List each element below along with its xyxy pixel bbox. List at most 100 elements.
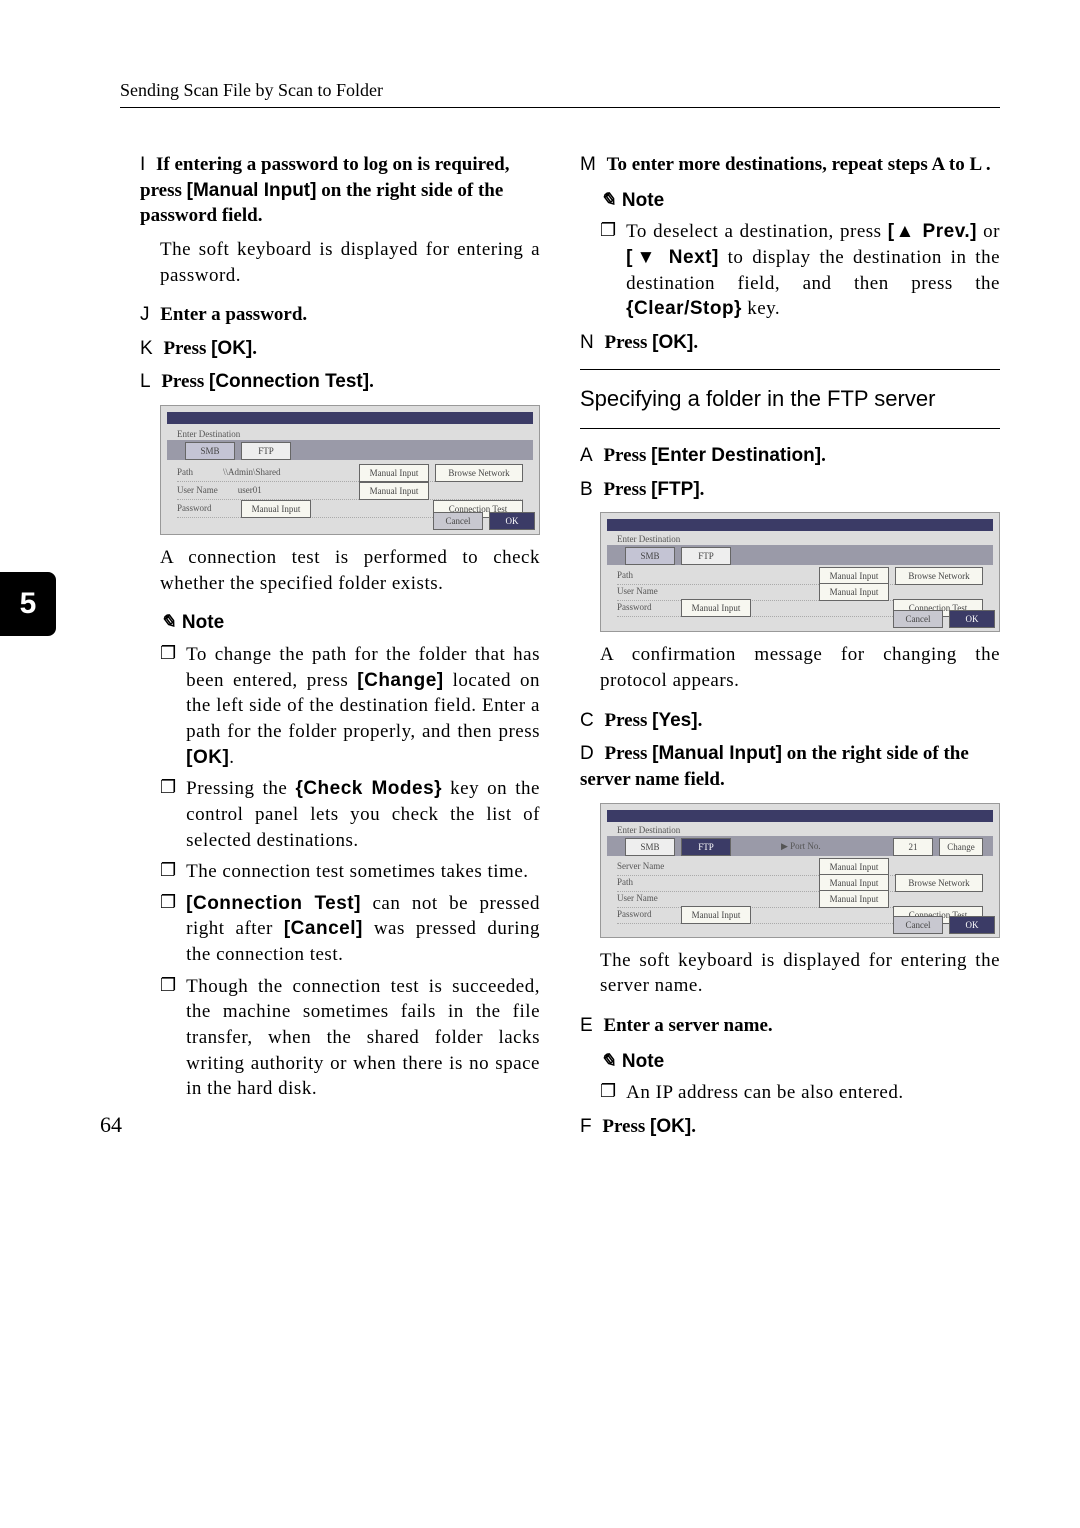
two-columns: I If entering a password to log on is re…	[120, 144, 1000, 1148]
ph-tab-ftp: FTP	[681, 838, 731, 856]
pencil-icon: ✎	[600, 1049, 616, 1075]
section-rule	[580, 369, 1000, 370]
square-bullet-icon: ❐	[160, 974, 176, 1102]
ph-ok: OK	[949, 610, 995, 628]
square-bullet-icon: ❐	[160, 642, 176, 770]
column-left: I If entering a password to log on is re…	[120, 144, 540, 1148]
step-label: I	[140, 154, 145, 175]
section-rule-thin	[580, 428, 1000, 429]
key-ok: [OK]	[652, 332, 693, 353]
ph-tab-smb: SMB	[185, 442, 235, 460]
step-J: J Enter a password.	[140, 302, 540, 328]
note-bullets-M: ❐To deselect a destination, press [▲ Pre…	[600, 219, 1000, 322]
square-bullet-icon: ❐	[600, 219, 616, 322]
step-text: Enter a password.	[160, 304, 307, 325]
li-text: [Connection Test] can not be pressed rig…	[186, 891, 540, 968]
ph-tab-ftp: FTP	[241, 442, 291, 460]
ph-tab-ftp: FTP	[681, 547, 731, 565]
pencil-icon: ✎	[600, 188, 616, 214]
key-ok: [OK]	[211, 338, 252, 359]
list-item: ❐Though the connection test is succeeded…	[160, 974, 540, 1102]
paragraph-I: The soft keyboard is displayed for enter…	[160, 237, 540, 288]
ph-cancel: Cancel	[893, 610, 943, 628]
square-bullet-icon: ❐	[160, 859, 176, 885]
pencil-icon: ✎	[160, 610, 176, 636]
note-label: Note	[622, 1049, 664, 1075]
step-label: F	[580, 1116, 592, 1137]
ph-change: Change	[939, 838, 983, 856]
li-text: The connection test sometimes takes time…	[186, 859, 540, 885]
ph-btn-browse: Browse Network	[435, 464, 523, 482]
ph-cancel: Cancel	[433, 512, 483, 530]
step-text: To enter more destinations, repeat steps…	[607, 154, 991, 175]
ph-btn-manual: Manual Input	[359, 464, 429, 482]
ph-btn-browse: Browse Network	[895, 874, 983, 892]
step-label: A	[580, 445, 593, 466]
note-heading: ✎ Note	[600, 1049, 1000, 1075]
square-bullet-icon: ❐	[160, 776, 176, 853]
step-label: K	[140, 338, 153, 359]
screenshot-connection-test: Enter Destination SMB FTP Path\\Admin\Sh…	[160, 405, 540, 535]
ph-ok: OK	[489, 512, 535, 530]
ph-btn-manual2: Manual Input	[359, 482, 429, 500]
step-label: N	[580, 332, 594, 353]
key-manual-input: [Manual Input]	[652, 743, 782, 764]
step-label: D	[580, 743, 594, 764]
step-label: B	[580, 479, 593, 500]
paragraph-L: A connection test is performed to check …	[160, 545, 540, 596]
step-text: Press [OK].	[602, 1116, 696, 1137]
ph-btn-manual3: Manual Input	[241, 500, 311, 518]
note-label: Note	[182, 610, 224, 636]
li-text: Though the connection test is succeeded,…	[186, 974, 540, 1102]
list-item: ❐To change the path for the folder that …	[160, 642, 540, 770]
step-text: Press [Connection Test].	[161, 371, 374, 392]
paragraph-B: A confirmation message for changing the …	[600, 642, 1000, 693]
list-item: ❐[Connection Test] can not be pressed ri…	[160, 891, 540, 968]
step-E: E Enter a server name.	[580, 1013, 1000, 1039]
screenshot-ftp-2: Enter Destination SMB FTP ▶ Port No. 21 …	[600, 803, 1000, 938]
ph-cancel: Cancel	[893, 916, 943, 934]
ph-tab-smb: SMB	[625, 838, 675, 856]
list-item: ❐To deselect a destination, press [▲ Pre…	[600, 219, 1000, 322]
ph-btn-manual3: Manual Input	[681, 599, 751, 617]
header-rule	[120, 107, 1000, 108]
key-manual-input: [Manual Input]	[187, 180, 317, 201]
step-I: I If entering a password to log on is re…	[140, 152, 540, 229]
note-heading: ✎ Note	[600, 188, 1000, 214]
screenshot-ftp-1: Enter Destination SMB FTP Path Manual In…	[600, 512, 1000, 632]
li-text: Pressing the {Check Modes} key on the co…	[186, 776, 540, 853]
ph-tab-smb: SMB	[625, 547, 675, 565]
step-label: M	[580, 154, 596, 175]
key-yes: [Yes]	[652, 710, 697, 731]
list-item: ❐Pressing the {Check Modes} key on the c…	[160, 776, 540, 853]
step-text: Press [OK].	[604, 332, 698, 353]
ph-portlabel: ▶ Port No.	[781, 840, 821, 856]
li-text: To deselect a destination, press [▲ Prev…	[626, 219, 1000, 322]
ph-portval: 21	[893, 838, 933, 856]
paragraph-D: The soft keyboard is displayed for enter…	[600, 948, 1000, 999]
key-ok: [OK]	[650, 1116, 691, 1137]
column-right: M To enter more destinations, repeat ste…	[580, 144, 1000, 1148]
step-A: A Press [Enter Destination].	[580, 443, 1000, 469]
list-item: ❐An IP address can be also entered.	[600, 1080, 1000, 1106]
step-text: Press [Yes].	[604, 710, 702, 731]
step-text: Enter a server name.	[603, 1015, 772, 1036]
step-label: C	[580, 710, 594, 731]
running-head: Sending Scan File by Scan to Folder	[120, 80, 1000, 101]
step-text: If entering a password to log on is requ…	[140, 154, 510, 226]
step-D: D Press [Manual Input] on the right side…	[580, 741, 1000, 792]
page: Sending Scan File by Scan to Folder I If…	[0, 0, 1080, 1188]
step-F: F Press [OK].	[580, 1114, 1000, 1140]
step-text: Press [Manual Input] on the right side o…	[580, 743, 969, 790]
note-bullets-L: ❐To change the path for the folder that …	[160, 642, 540, 1102]
step-M: M To enter more destinations, repeat ste…	[580, 152, 1000, 178]
key-ftp: [FTP]	[651, 479, 700, 500]
step-N: N Press [OK].	[580, 330, 1000, 356]
ph-row2: User Nameuser01	[177, 484, 523, 500]
page-number: 64	[100, 1112, 122, 1138]
ph-topbar	[167, 412, 533, 424]
step-text: Press [Enter Destination].	[603, 445, 825, 466]
key-enter-destination: [Enter Destination]	[651, 445, 821, 466]
ph-topbar	[607, 810, 993, 822]
step-C: C Press [Yes].	[580, 708, 1000, 734]
